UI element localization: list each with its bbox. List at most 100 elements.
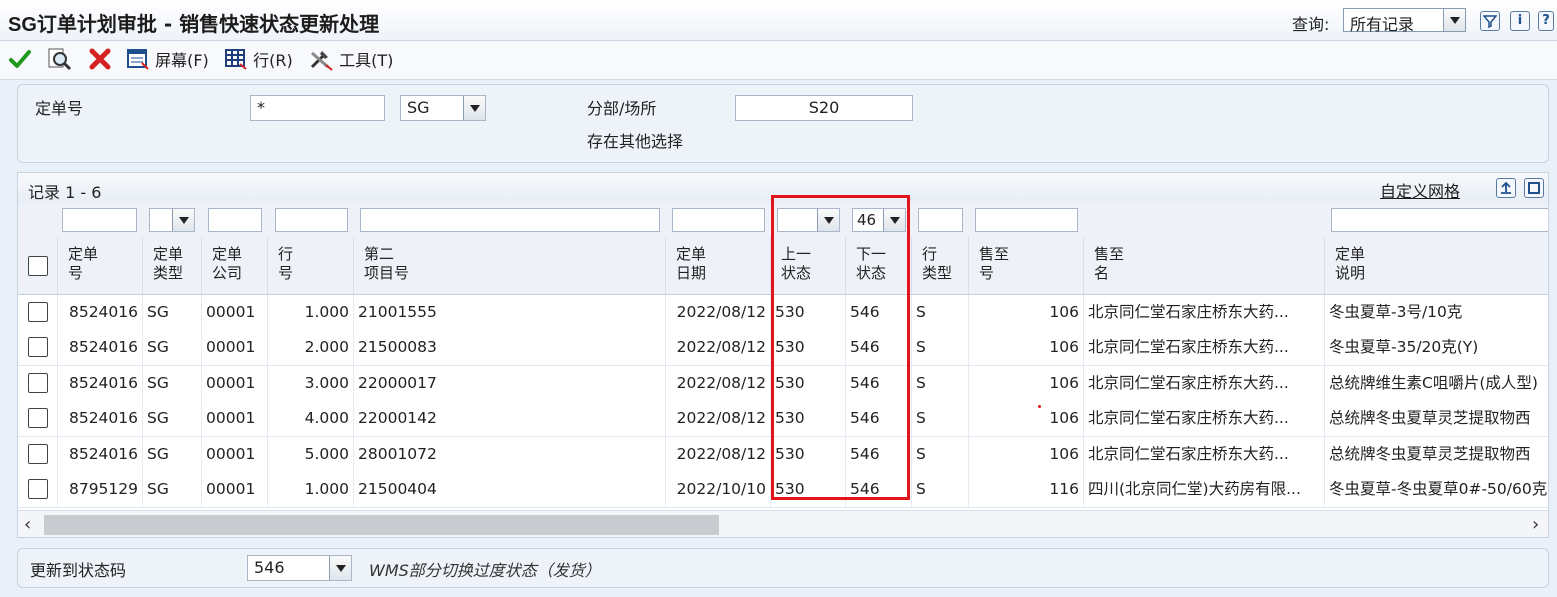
qbe-line-type[interactable] xyxy=(918,208,963,232)
cell-line-no: 5.000 xyxy=(268,436,354,472)
cell-order-no: 8524016 xyxy=(58,295,143,330)
scroll-left-icon[interactable]: ‹ xyxy=(24,514,31,535)
qbe-description[interactable] xyxy=(1331,208,1548,232)
cell-item-no: 22000017 xyxy=(354,365,666,401)
row-select-cell xyxy=(18,436,58,472)
close-icon xyxy=(89,48,111,70)
row-select-cell xyxy=(18,472,58,507)
maximize-icon[interactable] xyxy=(1524,178,1544,198)
cell-description: 冬虫夏草-35/20克(Y) xyxy=(1325,330,1548,365)
other-selection-label: 存在其他选择 xyxy=(587,132,684,151)
row-checkbox[interactable] xyxy=(28,479,48,499)
qbe-item-no[interactable] xyxy=(360,208,660,232)
update-status-panel: 更新到状态码 546 WMS部分切换过度状态（发货） xyxy=(17,548,1549,588)
custom-grid-link[interactable]: 自定义网格 xyxy=(1380,178,1460,202)
update-status-value: 546 xyxy=(254,558,285,577)
branch-input[interactable]: S20 xyxy=(735,95,913,121)
cell-order-no: 8524016 xyxy=(58,436,143,472)
qbe-order-type[interactable] xyxy=(149,208,195,232)
select-all-cell xyxy=(18,237,58,294)
horizontal-scrollbar[interactable]: ‹ › xyxy=(18,510,1548,537)
row-menu[interactable]: 行(R) xyxy=(224,47,293,73)
grid-icon xyxy=(225,49,247,70)
branch-label: 分部/场所 xyxy=(587,99,657,118)
qbe-sold-to[interactable] xyxy=(975,208,1078,232)
update-status-description: WMS部分切换过度状态（发货） xyxy=(369,561,601,580)
filter-icon[interactable] xyxy=(1480,11,1500,31)
help-icon[interactable]: ? xyxy=(1538,11,1554,31)
row-select-cell xyxy=(18,401,58,437)
query-select-value: 所有记录 xyxy=(1350,15,1415,34)
col-line-no[interactable]: 行号 xyxy=(268,237,354,294)
row-menu-label: 行(R) xyxy=(253,51,293,70)
screen-icon xyxy=(127,49,149,70)
cell-line-type: S xyxy=(912,472,969,507)
update-status-select[interactable]: 546 xyxy=(247,555,352,581)
cell-company: 00001 xyxy=(202,365,268,401)
cell-order-date: 2022/10/10 xyxy=(666,472,771,507)
cell-line-no: 1.000 xyxy=(268,295,354,330)
cell-description: 冬虫夏草-3号/10克 xyxy=(1325,295,1548,330)
select-all-checkbox[interactable] xyxy=(28,256,48,276)
chevron-down-icon[interactable] xyxy=(1443,9,1465,31)
order-no-input[interactable]: * xyxy=(250,95,385,121)
tools-menu-label: 工具(T) xyxy=(339,51,394,70)
chevron-down-icon[interactable] xyxy=(329,556,351,580)
col-sold-to-name[interactable]: 售至名 xyxy=(1084,237,1325,294)
query-select[interactable]: 所有记录 xyxy=(1343,8,1466,34)
cell-sold-to-name: 北京同仁堂石家庄桥东大药... xyxy=(1084,436,1325,472)
cell-sold-to-name: 北京同仁堂石家庄桥东大药... xyxy=(1084,365,1325,401)
cell-order-date: 2022/08/12 xyxy=(666,295,771,330)
tools-icon xyxy=(310,51,333,71)
qbe-line-no[interactable] xyxy=(275,208,348,232)
chevron-down-icon[interactable] xyxy=(463,96,485,120)
cell-description: 总统牌冬虫夏草灵芝提取物西 xyxy=(1325,437,1548,472)
col-item-no[interactable]: 第二 项目号 xyxy=(354,237,666,294)
cell-sold-to-name: 四川(北京同仁堂)大药房有限... xyxy=(1084,472,1325,507)
page-title: SG订单计划审批 - 销售快速状态更新处理 xyxy=(8,12,380,36)
ok-button[interactable] xyxy=(8,47,32,73)
screen-menu[interactable]: 屏幕(F) xyxy=(126,47,209,73)
col-order-type[interactable]: 定单 类型 xyxy=(143,237,202,294)
qbe-order-no[interactable] xyxy=(62,208,137,232)
tools-menu[interactable]: 工具(T) xyxy=(308,47,393,73)
cell-sold-to: 116 xyxy=(969,472,1084,507)
export-icon[interactable] xyxy=(1496,178,1516,198)
cell-line-no: 3.000 xyxy=(268,365,354,401)
row-checkbox[interactable] xyxy=(28,337,48,358)
cell-order-date: 2022/08/12 xyxy=(666,330,771,366)
scroll-right-icon[interactable]: › xyxy=(1532,514,1539,535)
col-description[interactable]: 定单 说明 xyxy=(1325,237,1548,294)
row-checkbox[interactable] xyxy=(28,302,48,322)
col-order-no[interactable]: 定单号 xyxy=(58,237,143,294)
cell-sold-to: 106 xyxy=(969,295,1084,330)
cell-order-type: SG xyxy=(143,295,202,330)
cell-line-type: S xyxy=(912,295,969,330)
col-company[interactable]: 定单 公司 xyxy=(202,237,268,294)
check-icon xyxy=(9,50,31,68)
info-icon[interactable]: i xyxy=(1510,11,1530,31)
col-order-date[interactable]: 定单 日期 xyxy=(666,237,771,294)
filter-panel: 定单号 * SG 分部/场所 S20 存在其他选择 xyxy=(17,84,1549,163)
cell-order-type: SG xyxy=(143,330,202,366)
cell-sold-to: 106 xyxy=(969,401,1084,437)
cell-line-type: S xyxy=(912,330,969,366)
chevron-down-icon[interactable] xyxy=(172,209,194,231)
cell-company: 00001 xyxy=(202,401,268,437)
cell-sold-to-name: 北京同仁堂石家庄桥东大药... xyxy=(1084,401,1325,437)
col-line-type[interactable]: 行类型 xyxy=(912,237,969,294)
order-type-select[interactable]: SG xyxy=(400,95,486,121)
qbe-company[interactable] xyxy=(208,208,262,232)
close-button[interactable] xyxy=(88,47,112,73)
scrollbar-thumb[interactable] xyxy=(44,515,719,535)
row-checkbox[interactable] xyxy=(28,372,48,393)
row-checkbox[interactable] xyxy=(28,408,48,429)
cell-sold-to: 106 xyxy=(969,365,1084,401)
qbe-order-date[interactable] xyxy=(672,208,765,232)
query-label: 查询: xyxy=(1292,15,1330,34)
find-button[interactable] xyxy=(46,47,72,73)
search-icon xyxy=(48,48,72,71)
row-checkbox[interactable] xyxy=(28,443,48,464)
title-bar: SG订单计划审批 - 销售快速状态更新处理 查询: 所有记录 i ? xyxy=(0,0,1557,41)
col-sold-to[interactable]: 售至号 xyxy=(969,237,1084,294)
